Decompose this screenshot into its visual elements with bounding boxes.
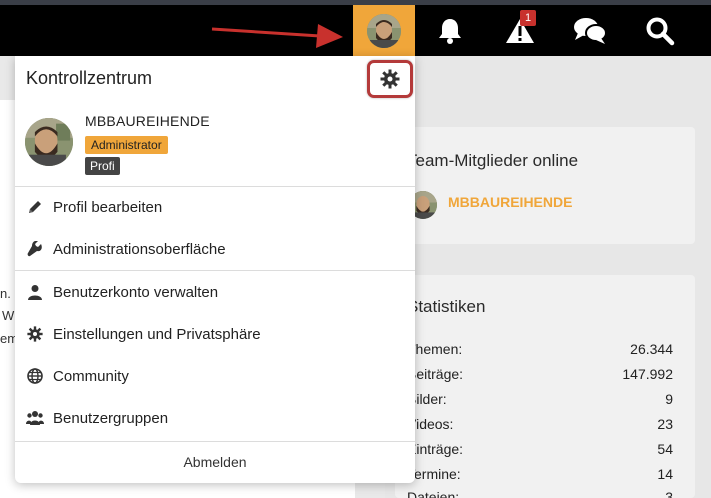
divider: [15, 270, 415, 271]
stat-row: Dateien: 3: [407, 489, 673, 498]
statistics-card: Statistiken Themen: 26.344 Beiträge: 147.9…: [395, 275, 695, 498]
menu-item-label: Benutzerkonto verwalten: [53, 283, 219, 301]
menu-item-administration[interactable]: Administrationsoberfläche: [15, 229, 415, 269]
menu-item-label: Community: [53, 367, 129, 385]
stat-row: Einträge: 54: [407, 441, 673, 457]
menu-item-edit-profile[interactable]: Profil bearbeiten: [15, 187, 415, 227]
settings-button[interactable]: [367, 60, 413, 98]
menu-item-label: Administrationsoberfläche: [53, 240, 226, 258]
stat-row: Bilder: 9: [407, 391, 673, 407]
stat-row: Beiträge: 147.992: [407, 366, 673, 382]
rank-badge-profi: Profi: [85, 157, 120, 175]
menu-item-label: Einstellungen und Privatsphäre: [53, 325, 261, 343]
menu-item-label: Benutzergruppen: [53, 409, 169, 427]
rank-badge-administrator: Administrator: [85, 136, 168, 154]
globe-icon: [15, 368, 53, 384]
dropdown-title: Kontrollzentrum: [26, 68, 153, 88]
wrench-icon: [15, 241, 53, 257]
online-members-title: Team-Mitglieder online: [407, 151, 579, 170]
content-fragment: W: [2, 308, 15, 323]
logout-button[interactable]: Abmelden: [15, 442, 415, 482]
gear-icon: [380, 69, 400, 89]
menu-item-user-groups[interactable]: Benutzergruppen: [15, 398, 415, 438]
user-icon: [15, 284, 53, 300]
control-center-dropdown: Kontrollzentrum MBBAUREIHENDE Administra…: [15, 56, 415, 483]
users-icon: [15, 410, 53, 426]
menu-item-settings-privacy[interactable]: Einstellungen und Privatsphäre: [15, 314, 415, 354]
content-fragment: n.: [0, 286, 11, 301]
stat-row: Themen: 26.344: [407, 341, 673, 357]
online-user-link[interactable]: MBBAUREIHENDE: [448, 194, 572, 210]
menu-item-label: Profil bearbeiten: [53, 198, 163, 216]
menu-item-account[interactable]: Benutzerkonto verwalten: [15, 272, 415, 312]
stat-row: Termine: 14: [407, 466, 673, 482]
profile-avatar[interactable]: [25, 118, 73, 166]
gear-icon: [15, 326, 53, 342]
statistics-title: Statistiken: [407, 297, 486, 316]
pencil-icon: [15, 199, 53, 215]
online-members-card: Team-Mitglieder online MBBAUREIHENDE: [395, 127, 695, 244]
profile-username[interactable]: MBBAUREIHENDE: [85, 113, 210, 129]
menu-item-community[interactable]: Community: [15, 356, 415, 396]
stat-row: Videos: 23: [407, 416, 673, 432]
red-arrow-icon: [211, 24, 343, 48]
